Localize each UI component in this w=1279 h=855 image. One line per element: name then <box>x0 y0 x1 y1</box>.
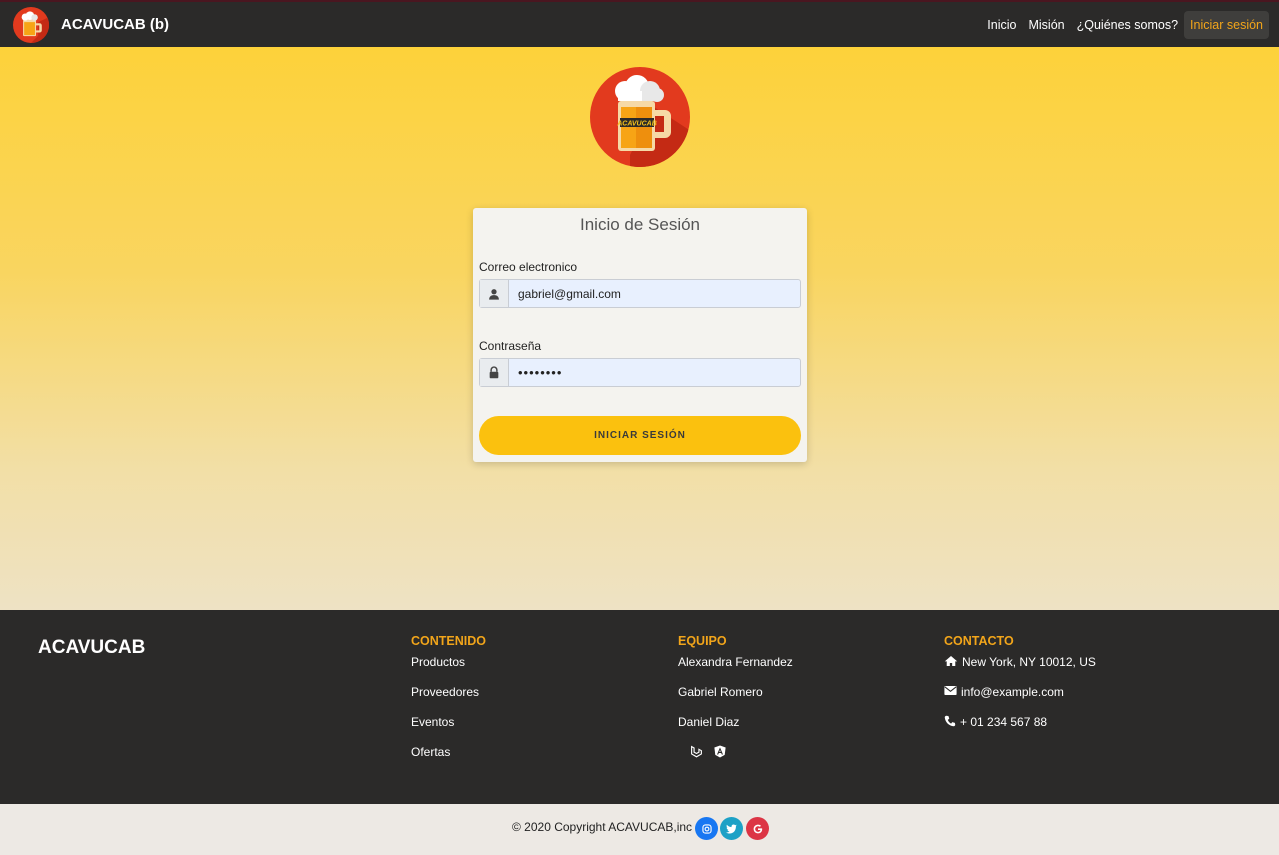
nav-link-iniciar-sesion[interactable]: Iniciar sesión <box>1184 11 1269 39</box>
login-title: Inicio de Sesión <box>579 215 701 234</box>
phone-icon <box>944 715 956 727</box>
brand-name[interactable]: ACAVUCAB (b) <box>61 16 169 33</box>
team-member: Gabriel Romero <box>678 685 763 699</box>
twitter-icon[interactable] <box>720 817 743 840</box>
lock-icon <box>480 359 509 386</box>
footer-link-ofertas[interactable]: Ofertas <box>411 745 486 775</box>
email-text: info@example.com <box>961 685 1064 699</box>
footer-brand: ACAVUCAB <box>38 637 146 658</box>
logo-text: ACAVUCAB <box>616 121 657 128</box>
team-member: Alexandra Fernandez <box>678 655 793 669</box>
home-icon <box>944 655 958 667</box>
footer-heading-contenido: CONTENIDO <box>411 634 486 648</box>
nav-links: Inicio Misión ¿Quiénes somos? Iniciar se… <box>975 10 1269 40</box>
footer-link-proveedores[interactable]: Proveedores <box>411 685 486 715</box>
beer-mug-logo-icon[interactable] <box>13 7 49 43</box>
user-icon <box>480 280 509 307</box>
password-input-group <box>479 358 801 387</box>
contact-phone: + 01 234 567 88 <box>944 715 1096 745</box>
nav-link-inicio[interactable]: Inicio <box>987 18 1016 32</box>
laravel-icon <box>691 745 702 758</box>
phone-text: + 01 234 567 88 <box>960 715 1048 729</box>
envelope-icon <box>944 686 957 695</box>
footer-col-contenido: CONTENIDO Productos Proveedores Eventos … <box>411 634 486 775</box>
copyright-text: © 2020 Copyright ACAVUCAB,inc <box>512 820 693 834</box>
footer-heading-equipo: EQUIPO <box>678 634 727 648</box>
password-input[interactable] <box>509 359 800 386</box>
email-input-group <box>479 279 801 308</box>
nav-link-quienes-somos[interactable]: ¿Quiénes somos? <box>1077 18 1178 32</box>
angular-icon <box>714 745 726 758</box>
footer-col-equipo: EQUIPO Alexandra Fernandez Gabriel Romer… <box>678 634 793 758</box>
email-input[interactable] <box>509 280 800 307</box>
nav-link-mision[interactable]: Misión <box>1028 18 1064 32</box>
login-card: Inicio de Sesión Correo electronico Cont… <box>473 208 807 462</box>
team-member: Daniel Diaz <box>678 715 740 729</box>
tech-icons <box>678 745 793 758</box>
footer-col-contacto: CONTACTO New York, NY 10012, US info@exa… <box>944 634 1096 745</box>
footer-heading-contacto: CONTACTO <box>944 634 1014 648</box>
copyright-bar: © 2020 Copyright ACAVUCAB,inc <box>0 804 1279 855</box>
address-text: New York, NY 10012, US <box>962 655 1096 669</box>
login-submit-button[interactable]: INICIAR SESIÓN <box>479 416 801 455</box>
footer-link-eventos[interactable]: Eventos <box>411 715 486 745</box>
email-label: Correo electronico <box>479 260 578 274</box>
password-label: Contraseña <box>479 339 542 353</box>
google-icon[interactable] <box>746 817 769 840</box>
beer-mug-logo-icon: ACAVUCAB <box>590 67 690 167</box>
contact-email: info@example.com <box>944 685 1096 715</box>
main-content: ACAVUCAB Inicio de Sesión Correo electro… <box>0 47 1279 610</box>
footer-link-productos[interactable]: Productos <box>411 655 486 685</box>
footer: ACAVUCAB CONTENIDO Productos Proveedores… <box>0 610 1279 804</box>
contact-address: New York, NY 10012, US <box>944 655 1096 685</box>
top-navbar: ACAVUCAB (b) Inicio Misión ¿Quiénes somo… <box>0 0 1279 47</box>
instagram-icon[interactable] <box>695 817 718 840</box>
